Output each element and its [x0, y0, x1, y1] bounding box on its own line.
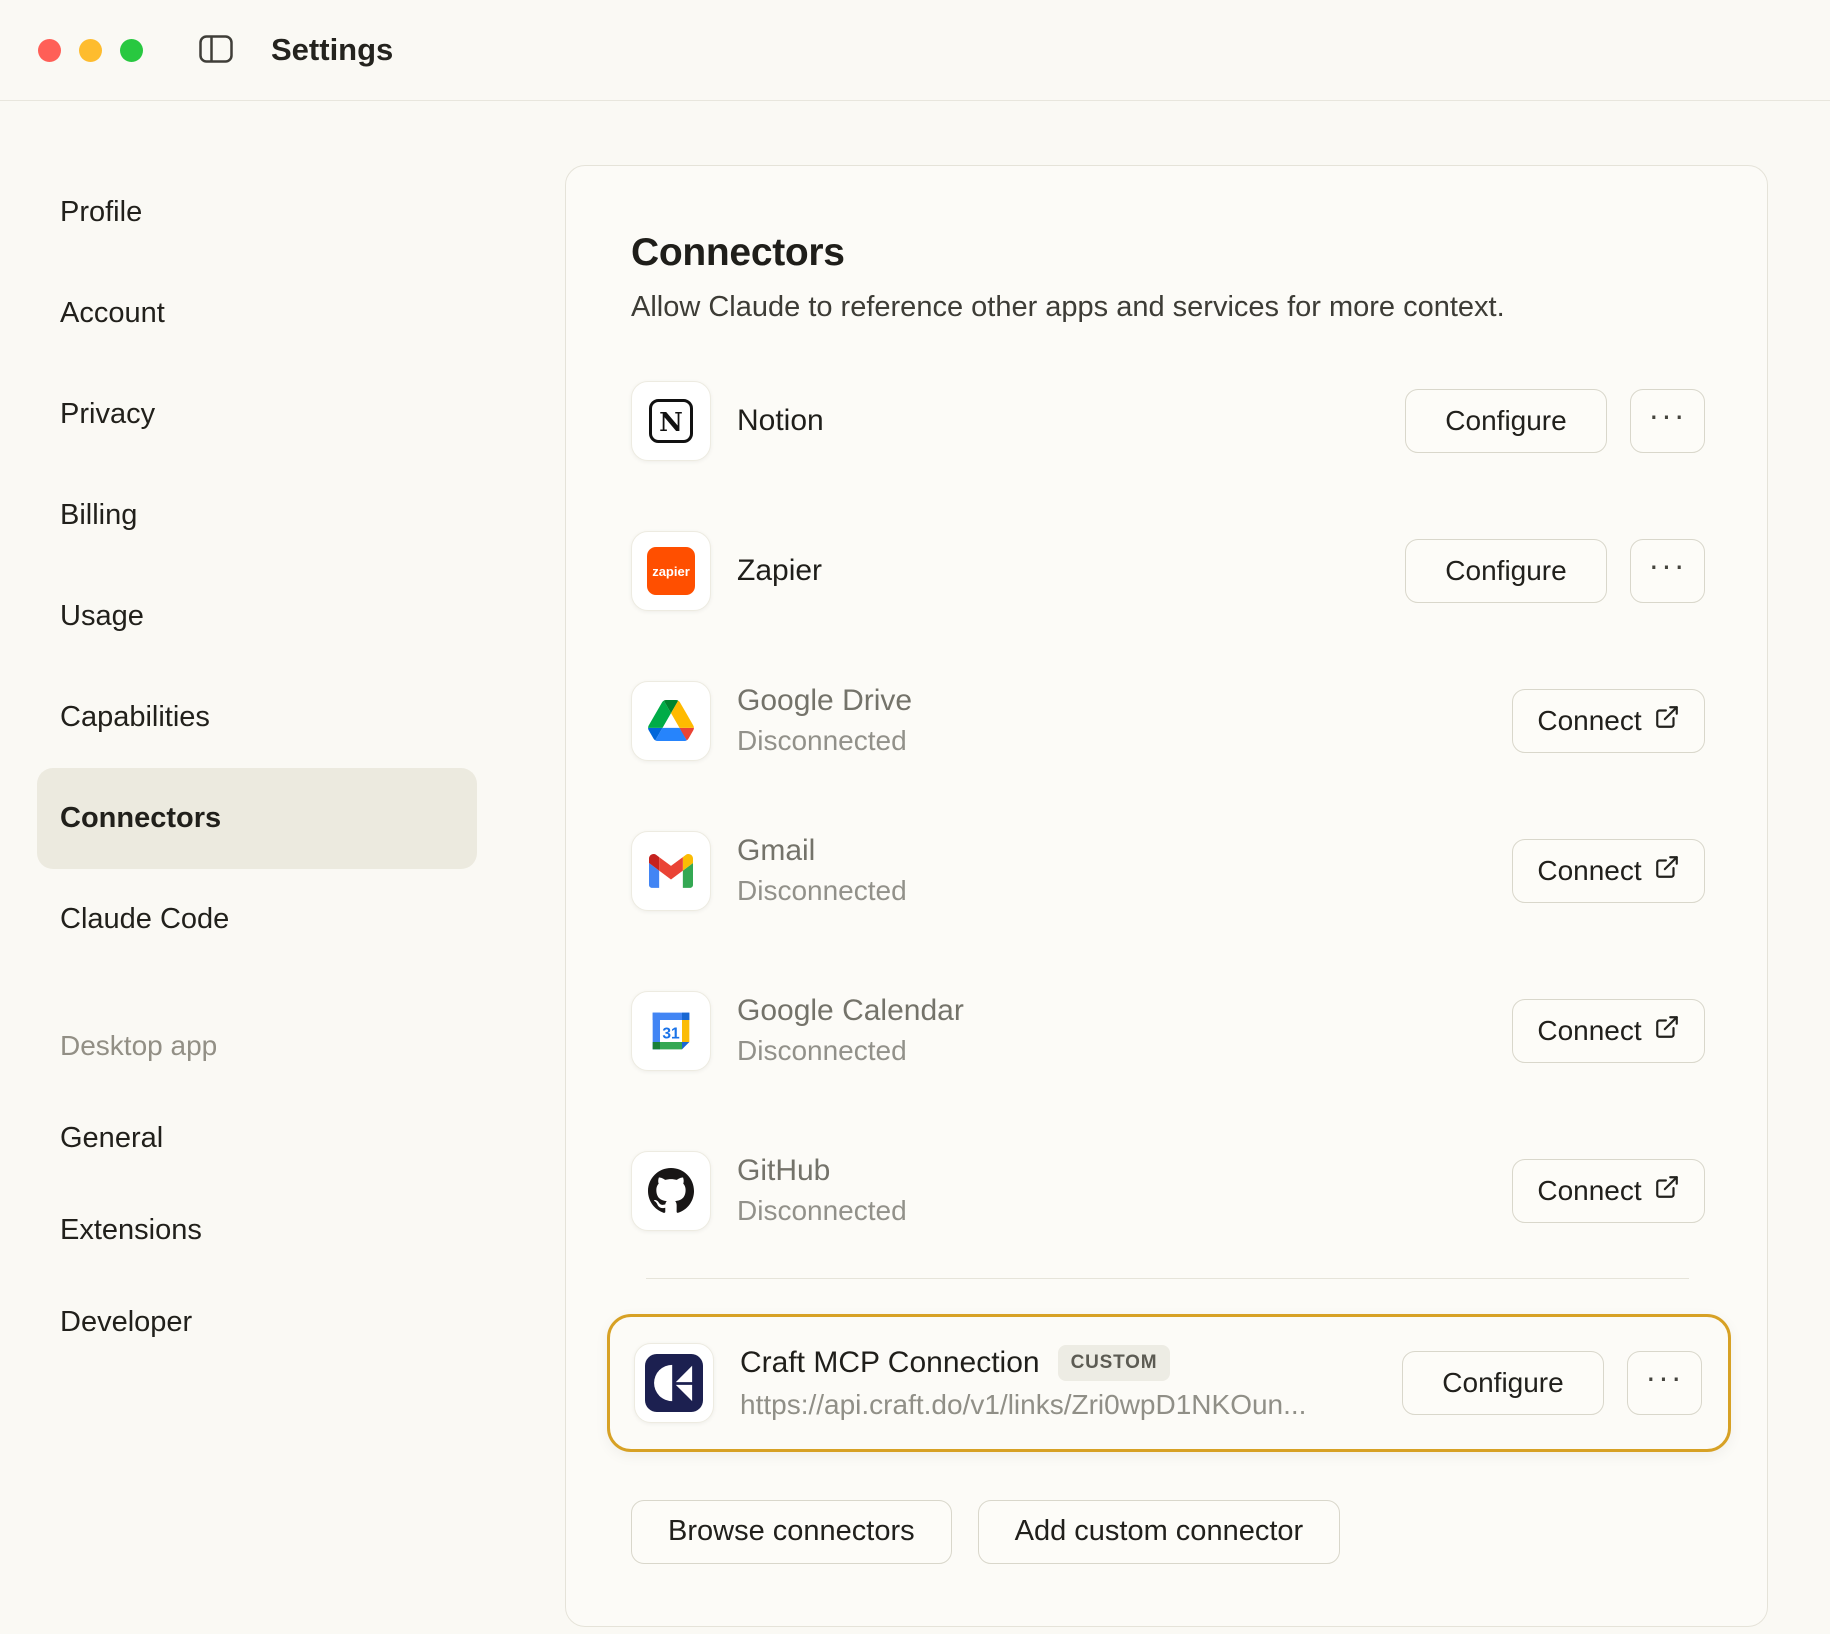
- connector-name: Google Calendar: [737, 994, 964, 1028]
- configure-button[interactable]: Configure: [1402, 1351, 1604, 1415]
- connect-label: Connect: [1537, 1175, 1641, 1207]
- connector-list: N Notion Configure ··· zapier Zapier: [631, 381, 1705, 1452]
- connector-row-google-calendar: 31 Google Calendar Disconnected Connect: [631, 991, 1705, 1071]
- connect-button[interactable]: Connect: [1512, 1159, 1705, 1223]
- connector-status: Disconnected: [737, 1035, 964, 1067]
- connector-url: https://api.craft.do/v1/links/Zri0wpD1NK…: [740, 1389, 1306, 1421]
- connector-row-craft-mcp: Craft MCP Connection CUSTOM https://api.…: [607, 1314, 1731, 1452]
- connector-row-notion: N Notion Configure ···: [631, 381, 1705, 461]
- more-options-button[interactable]: ···: [1630, 389, 1705, 453]
- connect-label: Connect: [1537, 1015, 1641, 1047]
- connector-row-google-drive: Google Drive Disconnected Connect: [631, 681, 1705, 761]
- page-title: Connectors: [631, 232, 1705, 275]
- sidebar-item-connectors[interactable]: Connectors: [37, 768, 477, 869]
- page-subtitle: Allow Claude to reference other apps and…: [631, 289, 1705, 327]
- sidebar-item-privacy[interactable]: Privacy: [37, 364, 477, 465]
- ellipsis-icon: ···: [1649, 397, 1687, 434]
- craft-icon: [634, 1343, 714, 1423]
- google-drive-icon: [631, 681, 711, 761]
- connect-button[interactable]: Connect: [1512, 839, 1705, 903]
- connectors-footer: Browse connectors Add custom connector: [631, 1500, 1705, 1564]
- connector-name: Craft MCP Connection: [740, 1346, 1040, 1380]
- connect-button[interactable]: Connect: [1512, 689, 1705, 753]
- svg-text:N: N: [659, 408, 683, 438]
- github-icon: [631, 1151, 711, 1231]
- sidebar-toggle-button[interactable]: [199, 35, 233, 66]
- custom-badge: CUSTOM: [1058, 1345, 1171, 1381]
- window-title: Settings: [271, 32, 393, 68]
- svg-text:zapier: zapier: [652, 564, 690, 579]
- connect-button[interactable]: Connect: [1512, 999, 1705, 1063]
- sidebar-section-desktop-app: Desktop app: [37, 1000, 565, 1092]
- sidebar-toggle-icon: [199, 35, 233, 66]
- connector-name: Google Drive: [737, 684, 912, 718]
- connectors-panel: Connectors Allow Claude to reference oth…: [565, 165, 1768, 1627]
- connect-label: Connect: [1537, 705, 1641, 737]
- minimize-button[interactable]: [79, 39, 102, 62]
- svg-text:31: 31: [662, 1025, 680, 1042]
- configure-button[interactable]: Configure: [1405, 389, 1607, 453]
- sidebar-item-profile[interactable]: Profile: [37, 162, 477, 263]
- connector-row-zapier: zapier Zapier Configure ···: [631, 531, 1705, 611]
- google-calendar-icon: 31: [631, 991, 711, 1071]
- connector-name: Gmail: [737, 834, 907, 868]
- ellipsis-icon: ···: [1649, 547, 1687, 584]
- sidebar-item-general[interactable]: General: [37, 1092, 477, 1184]
- connector-status: Disconnected: [737, 725, 912, 757]
- external-link-icon: [1654, 704, 1680, 737]
- gmail-icon: [631, 831, 711, 911]
- browse-connectors-button[interactable]: Browse connectors: [631, 1500, 952, 1564]
- zapier-icon: zapier: [631, 531, 711, 611]
- connect-label: Connect: [1537, 855, 1641, 887]
- add-custom-connector-button[interactable]: Add custom connector: [978, 1500, 1341, 1564]
- close-button[interactable]: [38, 39, 61, 62]
- ellipsis-icon: ···: [1646, 1359, 1684, 1396]
- sidebar-item-usage[interactable]: Usage: [37, 566, 477, 667]
- sidebar-item-claude-code[interactable]: Claude Code: [37, 869, 477, 970]
- more-options-button[interactable]: ···: [1630, 539, 1705, 603]
- external-link-icon: [1654, 854, 1680, 887]
- sidebar-item-extensions[interactable]: Extensions: [37, 1184, 477, 1276]
- more-options-button[interactable]: ···: [1627, 1351, 1702, 1415]
- connector-name: Notion: [737, 404, 824, 438]
- connector-row-gmail: Gmail Disconnected Connect: [631, 831, 1705, 911]
- settings-sidebar: Profile Account Privacy Billing Usage Ca…: [0, 101, 565, 1368]
- sidebar-item-capabilities[interactable]: Capabilities: [37, 667, 477, 768]
- external-link-icon: [1654, 1174, 1680, 1207]
- titlebar: Settings: [0, 0, 1830, 101]
- connector-status: Disconnected: [737, 875, 907, 907]
- connector-list-divider: [646, 1278, 1689, 1279]
- connector-row-github: GitHub Disconnected Connect: [631, 1151, 1705, 1231]
- notion-icon: N: [631, 381, 711, 461]
- sidebar-item-account[interactable]: Account: [37, 263, 477, 364]
- external-link-icon: [1654, 1014, 1680, 1047]
- zoom-button[interactable]: [120, 39, 143, 62]
- traffic-lights: [38, 39, 143, 62]
- connector-status: Disconnected: [737, 1195, 907, 1227]
- sidebar-item-developer[interactable]: Developer: [37, 1276, 477, 1368]
- sidebar-item-billing[interactable]: Billing: [37, 465, 477, 566]
- connector-name: GitHub: [737, 1154, 907, 1188]
- configure-button[interactable]: Configure: [1405, 539, 1607, 603]
- connector-name: Zapier: [737, 554, 822, 588]
